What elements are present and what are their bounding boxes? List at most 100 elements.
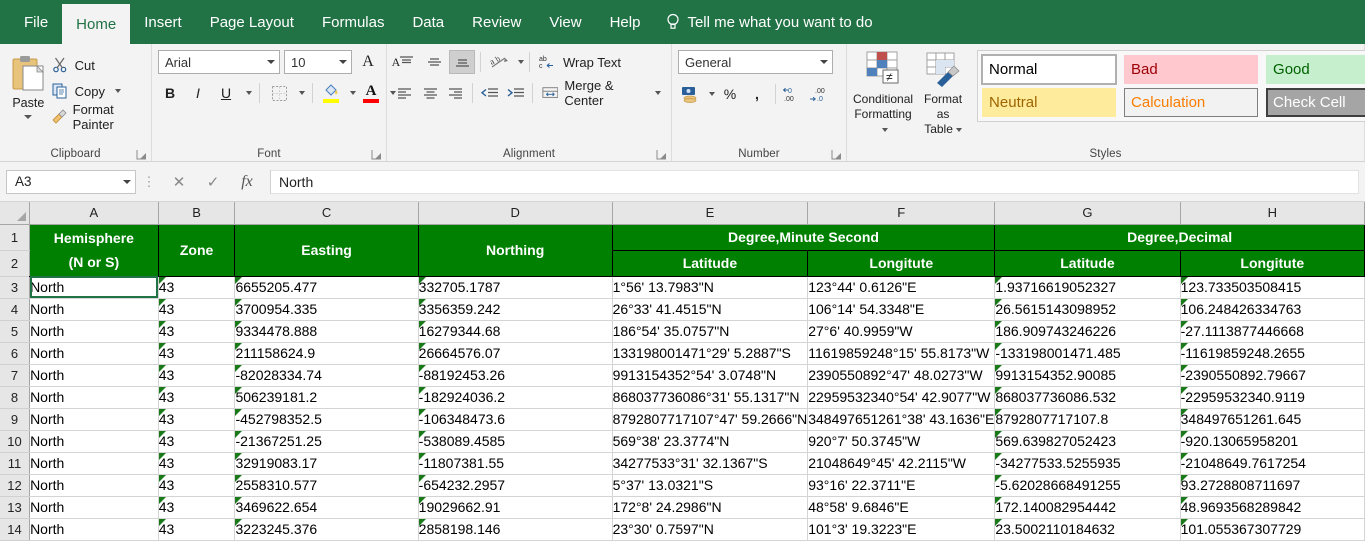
row-header-4[interactable]: 4	[0, 298, 31, 321]
conditional-formatting-button[interactable]: ≠ Conditional Formatting	[853, 50, 913, 137]
align-top-button[interactable]	[393, 50, 419, 74]
cell-zone[interactable]: 43	[158, 496, 236, 519]
row-header-7[interactable]: 7	[0, 364, 31, 387]
row-header-9[interactable]: 9	[0, 408, 31, 431]
cell-zone[interactable]: 43	[158, 342, 236, 365]
cell-hemisphere[interactable]: North	[29, 518, 159, 541]
increase-decimal-button[interactable]: 0 .00	[782, 82, 806, 106]
cell-dms-longitude[interactable]: 11619859248°15' 55.8173"W	[807, 342, 996, 365]
style-calculation[interactable]: Calculation	[1124, 88, 1259, 117]
name-box[interactable]: A3	[6, 169, 136, 194]
column-header-f[interactable]: F	[807, 202, 996, 225]
row-header-13[interactable]: 13	[0, 496, 31, 519]
cell-dd-longitude[interactable]: -27.1113877446668	[1180, 320, 1365, 343]
cell-easting[interactable]: 32919083.17	[234, 452, 419, 475]
cell-northing[interactable]: -11807381.55	[418, 452, 613, 475]
header-dd-latitude[interactable]: Latitude	[994, 250, 1181, 277]
insert-function-button[interactable]: fx	[230, 170, 264, 194]
clipboard-dialog-launcher[interactable]	[136, 149, 147, 160]
select-all-corner[interactable]	[0, 202, 31, 225]
cell-zone[interactable]: 43	[158, 298, 236, 321]
cell-dd-longitude[interactable]: -920.13065958201	[1180, 430, 1365, 453]
paste-button[interactable]: Paste	[6, 50, 51, 119]
cell-northing[interactable]: -654232.2957	[418, 474, 613, 497]
formula-bar-handle[interactable]: ⋮	[142, 175, 156, 188]
cell-dms-longitude[interactable]: 22959532340°54' 42.9077"W	[807, 386, 996, 409]
cell-dms-longitude[interactable]: 920°7' 50.3745"W	[807, 430, 996, 453]
column-header-c[interactable]: C	[234, 202, 419, 225]
format-as-table-button[interactable]: Format as Table	[921, 50, 965, 137]
underline-button[interactable]: U	[214, 81, 238, 105]
row-header-1[interactable]: 1	[0, 224, 31, 251]
cell-dd-latitude[interactable]: 172.140082954442	[994, 496, 1181, 519]
orientation-dropdown-caret-icon[interactable]	[518, 60, 524, 64]
cell-dd-longitude[interactable]: -21048649.7617254	[1180, 452, 1365, 475]
cell-northing[interactable]: 16279344.68	[418, 320, 613, 343]
cell-hemisphere[interactable]: North	[29, 474, 159, 497]
cell-dd-latitude[interactable]: 868037736086.532	[994, 386, 1181, 409]
cell-hemisphere[interactable]: North	[29, 320, 159, 343]
format-painter-button[interactable]: Format Painter	[51, 102, 145, 132]
cell-dms-latitude[interactable]: 8792807717107°47' 59.2666"N	[612, 408, 809, 431]
font-color-button[interactable]: A	[360, 81, 382, 105]
column-header-h[interactable]: H	[1180, 202, 1365, 225]
cell-dms-longitude[interactable]: 348497651261°38' 43.1636"E	[807, 408, 996, 431]
cell-dms-longitude[interactable]: 2390550892°47' 48.0273"W	[807, 364, 996, 387]
cell-dms-latitude[interactable]: 23°30' 0.7597"N	[612, 518, 809, 541]
orientation-button[interactable]: a b	[486, 50, 512, 74]
cell-northing[interactable]: -182924036.2	[418, 386, 613, 409]
align-left-button[interactable]	[393, 81, 416, 105]
cell-dd-longitude[interactable]: -2390550892.79667	[1180, 364, 1365, 387]
cell-dms-longitude[interactable]: 93°16' 22.3711"E	[807, 474, 996, 497]
increase-font-size-button[interactable]: A	[356, 50, 380, 74]
merge-center-dropdown-caret-icon[interactable]	[655, 91, 662, 95]
tab-file[interactable]: File	[10, 0, 62, 44]
row-header-10[interactable]: 10	[0, 430, 31, 453]
cell-zone[interactable]: 43	[158, 408, 236, 431]
cell-dd-latitude[interactable]: -5.62028668491255	[994, 474, 1181, 497]
align-right-button[interactable]	[444, 81, 467, 105]
cell-dms-latitude[interactable]: 26°33' 41.4515"N	[612, 298, 809, 321]
cell-northing[interactable]: 332705.1787	[418, 276, 613, 299]
wrap-text-button[interactable]: ab c Wrap Text	[535, 50, 625, 74]
row-header-14[interactable]: 14	[0, 518, 31, 541]
header-easting[interactable]: Easting	[234, 224, 419, 277]
cell-northing[interactable]: -106348473.6	[418, 408, 613, 431]
tab-review[interactable]: Review	[458, 0, 535, 44]
paste-dropdown-caret-icon[interactable]	[24, 115, 33, 119]
cell-easting[interactable]: 3700954.335	[234, 298, 419, 321]
cell-hemisphere[interactable]: North	[29, 342, 159, 365]
column-header-d[interactable]: D	[418, 202, 613, 225]
cell-dms-longitude[interactable]: 21048649°45' 42.2115"W	[807, 452, 996, 475]
number-dialog-launcher[interactable]	[831, 149, 842, 160]
font-size-combo[interactable]: 10	[284, 50, 352, 74]
style-good[interactable]: Good	[1266, 55, 1365, 84]
chevron-down-icon[interactable]	[123, 179, 131, 184]
merge-center-button[interactable]: Merge & Center	[538, 78, 665, 108]
cell-dms-latitude[interactable]: 5°37' 13.0321"S	[612, 474, 809, 497]
cell-dd-longitude[interactable]: -22959532340.9119	[1180, 386, 1365, 409]
cell-hemisphere[interactable]: North	[29, 452, 159, 475]
cell-dd-latitude[interactable]: 23.5002110184632	[994, 518, 1181, 541]
cell-zone[interactable]: 43	[158, 452, 236, 475]
header-dd-longitude[interactable]: Longitute	[1180, 250, 1365, 277]
borders-dropdown-caret-icon[interactable]	[299, 91, 305, 95]
header-dms-latitude[interactable]: Latitude	[612, 250, 809, 277]
style-neutral[interactable]: Neutral	[982, 88, 1117, 117]
align-middle-button[interactable]	[421, 50, 447, 74]
tab-help[interactable]: Help	[596, 0, 655, 44]
cell-hemisphere[interactable]: North	[29, 408, 159, 431]
cell-dms-latitude[interactable]: 172°8' 24.2986"N	[612, 496, 809, 519]
cell-dd-latitude[interactable]: 186.909743246226	[994, 320, 1181, 343]
cell-northing[interactable]: -88192453.26	[418, 364, 613, 387]
formula-input[interactable]: North	[270, 169, 1359, 194]
cell-dd-latitude[interactable]: -133198001471.485	[994, 342, 1181, 365]
cell-dd-latitude[interactable]: 1.93716619052327	[994, 276, 1181, 299]
cell-easting[interactable]: -21367251.25	[234, 430, 419, 453]
row-header-8[interactable]: 8	[0, 386, 31, 409]
cell-northing[interactable]: 3356359.242	[418, 298, 613, 321]
cell-dd-longitude[interactable]: 48.9693568289842	[1180, 496, 1365, 519]
cell-dd-longitude[interactable]: 106.248426334763	[1180, 298, 1365, 321]
cell-dd-longitude[interactable]: -11619859248.2655	[1180, 342, 1365, 365]
cell-northing[interactable]: 26664576.07	[418, 342, 613, 365]
